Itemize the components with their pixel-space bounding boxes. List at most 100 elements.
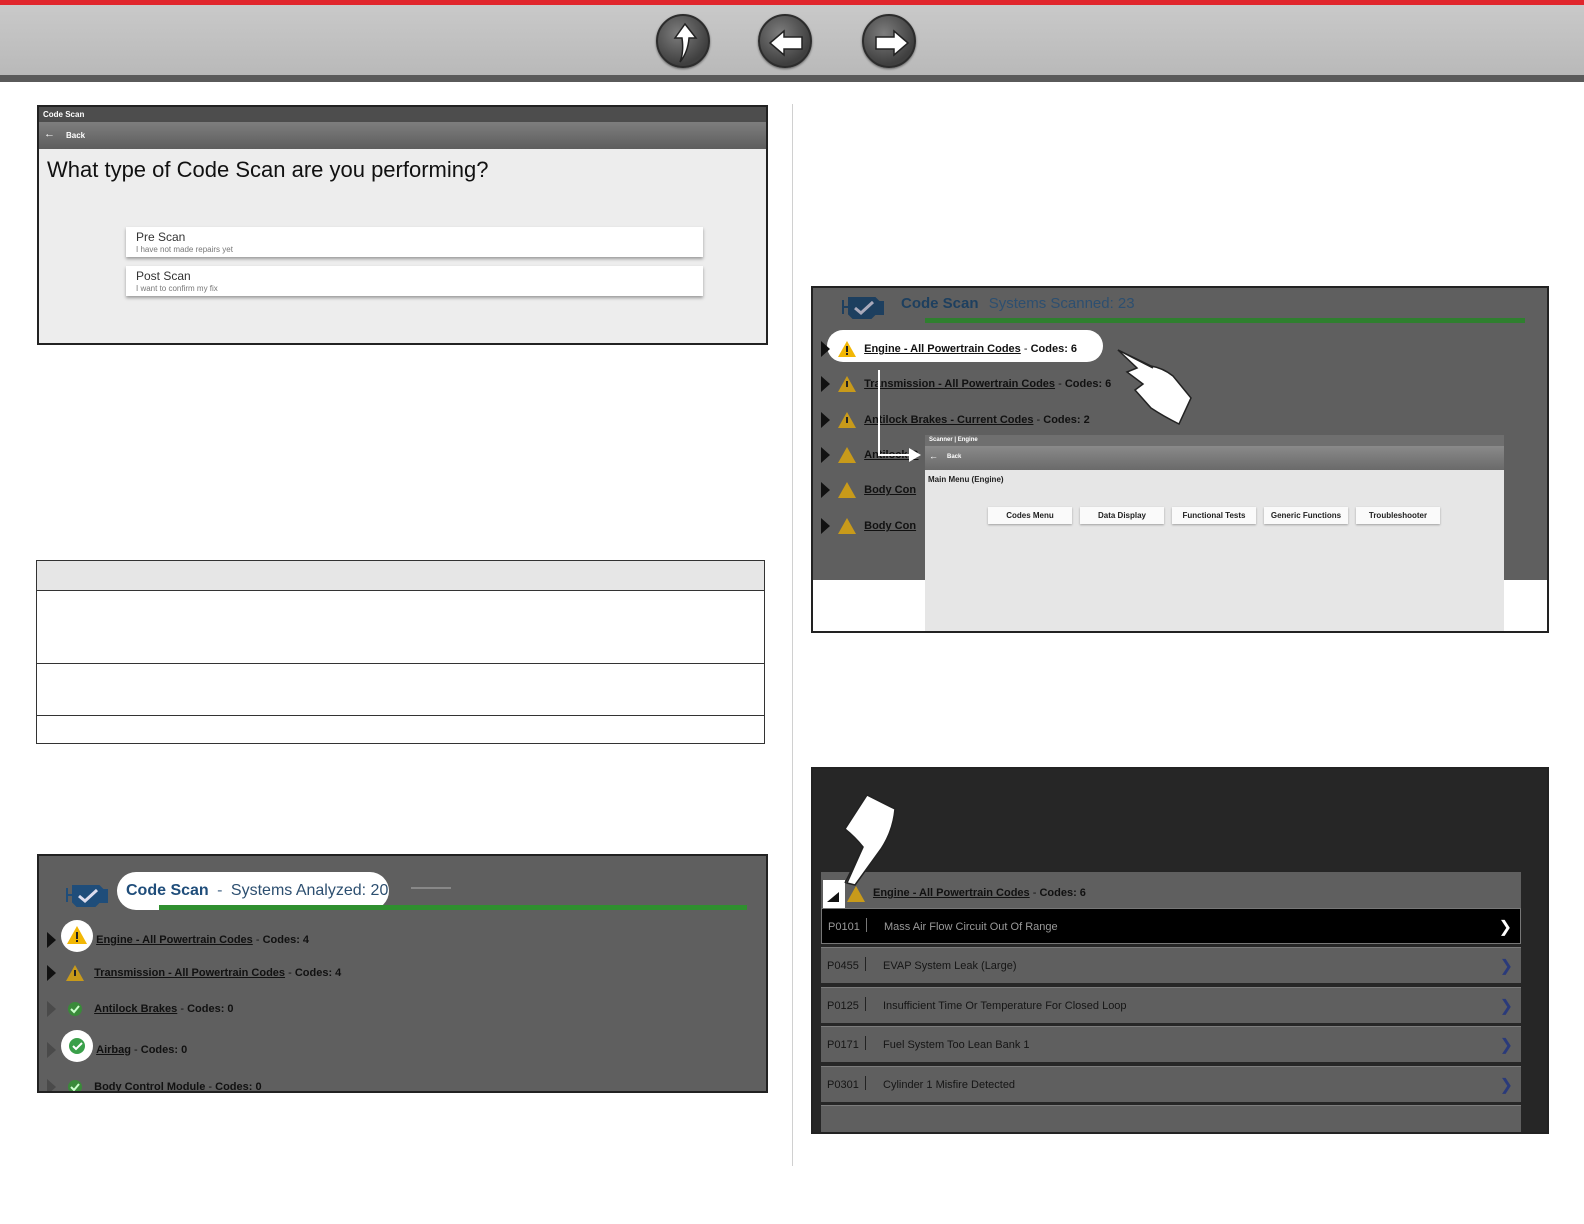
system-row[interactable]: Antilock Brakes - Codes: 0 <box>47 999 234 1019</box>
generic-functions-button[interactable]: Generic Functions <box>1264 507 1348 524</box>
expand-icon[interactable] <box>47 932 56 948</box>
system-name[interactable]: Body Con <box>864 484 916 496</box>
system-row[interactable]: Transmission - All Powertrain Codes - Co… <box>821 374 1111 394</box>
navigation-bar-shadow <box>0 75 1584 82</box>
dtc-code: P0455 <box>827 960 859 972</box>
hand-pointer-icon <box>1117 349 1192 426</box>
system-row[interactable]: Airbag - Codes: 0 <box>47 1030 188 1062</box>
scan-subtitle: Systems Scanned: 23 <box>988 295 1135 312</box>
chevron-right-icon[interactable]: ❯ <box>1500 1035 1513 1055</box>
system-name[interactable]: Engine - All Powertrain Codes <box>873 887 1030 899</box>
warning-highlight <box>61 920 94 952</box>
system-row[interactable]: Body Con <box>821 516 916 536</box>
systems-scanned-screenshot: Code Scan Systems Scanned: 23 Engine - A… <box>811 286 1549 633</box>
warning-icon <box>838 376 857 392</box>
scan-header: Code Scan - Systems Analyzed: 20 <box>126 882 388 900</box>
scan-title: Code Scan <box>901 295 979 312</box>
up-button[interactable] <box>656 14 710 68</box>
system-name[interactable]: Engine - All Powertrain Codes <box>864 343 1021 355</box>
dtc-description: Fuel System Too Lean Bank 1 <box>883 1039 1030 1051</box>
right-arrow-icon <box>875 29 910 57</box>
system-name[interactable]: Body Control Module <box>94 1081 205 1091</box>
warning-icon <box>838 341 857 357</box>
chevron-right-icon[interactable]: ❯ <box>1500 1075 1513 1095</box>
code-row[interactable] <box>821 1105 1521 1132</box>
warning-icon <box>838 482 857 498</box>
back-link[interactable]: Back <box>66 131 85 140</box>
column-separator <box>865 957 866 971</box>
expand-icon[interactable] <box>47 965 56 981</box>
column-separator <box>865 1036 866 1050</box>
code-row[interactable]: P0301 Cylinder 1 Misfire Detected ❯ <box>821 1066 1521 1102</box>
system-name[interactable]: Airbag <box>96 1044 131 1056</box>
expand-icon[interactable] <box>821 412 830 428</box>
system-row[interactable]: Engine - All Powertrain Codes - Codes: 4 <box>47 920 310 952</box>
expand-icon[interactable] <box>47 1042 56 1058</box>
code-count: Codes: 6 <box>1064 377 1112 390</box>
system-name[interactable]: Body Con <box>864 520 916 532</box>
pre-scan-option[interactable]: Pre Scan I have not made repairs yet <box>126 227 703 257</box>
code-row-selected[interactable]: P0101 Mass Air Flow Circuit Out Of Range… <box>821 908 1521 944</box>
system-row[interactable]: Engine - All Powertrain Codes - Codes: 6 <box>821 339 1077 359</box>
code-count: Codes: 4 <box>294 966 342 979</box>
progress-bar <box>159 905 747 910</box>
warning-icon <box>847 886 865 902</box>
dtc-description: Cylinder 1 Misfire Detected <box>883 1079 1016 1091</box>
scan-type-question: What type of Code Scan are you performin… <box>47 157 489 182</box>
expand-icon[interactable] <box>821 482 830 498</box>
dtc-description: Insufficient Time Or Temperature For Clo… <box>883 1000 1127 1012</box>
chevron-right-icon[interactable]: ❯ <box>1500 956 1513 976</box>
expand-icon[interactable] <box>821 447 830 463</box>
dtc-description: EVAP System Leak (Large) <box>883 960 1017 972</box>
code-count: Codes: 0 <box>140 1043 188 1056</box>
expand-icon[interactable] <box>821 518 830 534</box>
functional-tests-button[interactable]: Functional Tests <box>1172 507 1256 524</box>
forward-button[interactable] <box>862 14 916 68</box>
code-row[interactable]: P0125 Insufficient Time Or Temperature F… <box>821 987 1521 1023</box>
system-row[interactable]: Body Control Module - Codes: 0 <box>47 1077 262 1091</box>
chevron-right-icon[interactable]: ❯ <box>1500 996 1513 1016</box>
back-bar: ← Back <box>39 122 766 149</box>
post-scan-option[interactable]: Post Scan I want to confirm my fix <box>126 266 703 296</box>
check-highlight <box>61 1030 94 1062</box>
expand-icon[interactable] <box>821 376 830 392</box>
expand-icon[interactable] <box>47 1001 56 1017</box>
collapse-icon[interactable] <box>825 890 841 904</box>
warning-icon <box>838 518 857 534</box>
code-row[interactable]: P0455 EVAP System Leak (Large) ❯ <box>821 947 1521 983</box>
system-name[interactable]: Transmission - All Powertrain Codes <box>94 967 285 979</box>
data-display-button[interactable]: Data Display <box>1080 507 1164 524</box>
engine-icon <box>842 297 884 319</box>
system-header-label: Engine - All Powertrain Codes - Codes: 6 <box>873 887 1086 899</box>
check-icon <box>68 1080 83 1091</box>
title-separator: - <box>217 882 223 899</box>
connector-arrow <box>878 370 921 462</box>
engine-main-menu-inset: Scanner | Engine ← Back Main Menu (Engin… <box>925 435 1504 631</box>
back-arrow-icon[interactable]: ← <box>44 128 55 140</box>
troubleshooter-button[interactable]: Troubleshooter <box>1356 507 1440 524</box>
warning-icon <box>66 965 85 981</box>
back-button[interactable] <box>758 14 812 68</box>
dtc-code: P0301 <box>827 1079 859 1091</box>
system-name[interactable]: Antilock Brakes <box>94 1003 177 1015</box>
chevron-right-icon[interactable]: ❯ <box>1499 917 1512 937</box>
system-row[interactable]: Body Con <box>821 480 916 500</box>
codes-menu-button[interactable]: Codes Menu <box>988 507 1072 524</box>
callout-line <box>411 887 451 889</box>
system-row[interactable]: Transmission - All Powertrain Codes - Co… <box>47 963 341 983</box>
expand-icon[interactable] <box>47 1079 56 1091</box>
system-name[interactable]: Engine - All Powertrain Codes <box>96 934 253 946</box>
code-count: Codes: 4 <box>262 933 310 946</box>
scan-subtitle: Systems Analyzed: 20 <box>230 882 389 899</box>
check-icon <box>68 1002 83 1016</box>
code-row[interactable]: P0171 Fuel System Too Lean Bank 1 ❯ <box>821 1026 1521 1062</box>
table-header <box>37 561 764 591</box>
system-row[interactable]: Antilock Brakes - Current Codes - Codes:… <box>821 410 1090 430</box>
check-icon <box>69 1038 86 1054</box>
inset-title: Scanner | Engine <box>925 435 1504 446</box>
engine-icon <box>66 885 108 907</box>
dtc-code: P0171 <box>827 1039 859 1051</box>
option-subtitle: I want to confirm my fix <box>136 284 218 293</box>
expand-icon[interactable] <box>821 341 830 357</box>
code-scan-type-screenshot: Code Scan ← Back What type of Code Scan … <box>37 105 768 345</box>
